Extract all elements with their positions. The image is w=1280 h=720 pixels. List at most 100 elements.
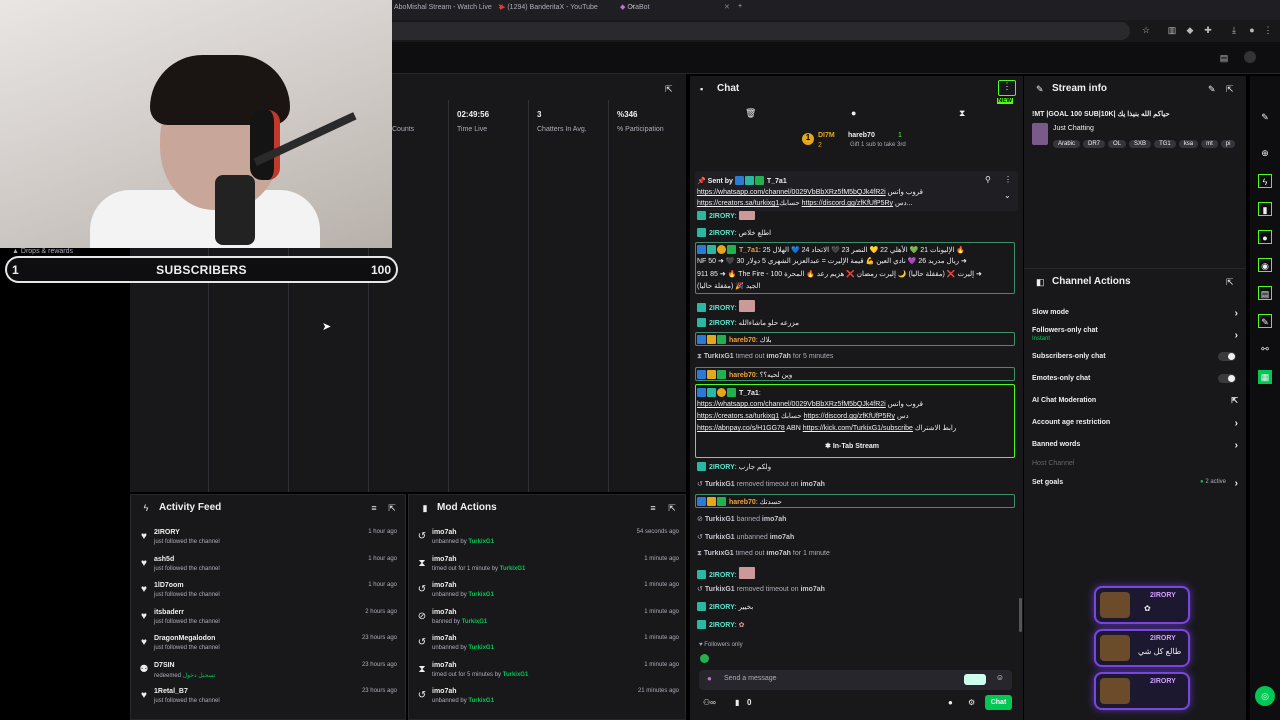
mod-action-row[interactable]: ⧗ imo7ah timed out for 5 minutes by Turkix… [409,660,683,686]
chat-menu-button[interactable]: ⋮ [998,80,1016,96]
smiley-icon[interactable]: ☺ [996,673,1004,682]
mod-target-user[interactable]: imo7ah [432,609,457,616]
unpin-icon[interactable]: ⚲ [985,175,991,184]
chat-bubble-icon[interactable]: ● [851,108,856,118]
mod-action-row[interactable]: ↺ imo7ah unbanned by TurkixG1 1 minute ago [409,580,683,606]
activity-feed-row[interactable]: ♥ ash5d just followed the channel 1 hour ag… [131,554,401,580]
browser-tab[interactable]: AboMishal Stream - Watch Live ✕ [394,3,504,18]
banned-words-row[interactable]: Banned words › [1032,440,1238,451]
moderator-name[interactable]: TurkixG1 [462,619,488,625]
moderator-name[interactable]: TurkixG1 [468,698,494,704]
chat-link[interactable]: https://kick.com/TurkixG1/subscribe [803,425,913,432]
moderator-name[interactable]: TurkixG1 [500,566,526,572]
mod-action-row[interactable]: ↺ imo7ah unbanned by TurkixG1 54 seconds ag… [409,527,683,553]
popout-icon[interactable]: ⇱ [665,84,673,95]
popout-icon[interactable]: ⇱ [1226,84,1234,95]
trash-icon[interactable]: 🗑 [745,108,756,119]
target-user[interactable]: imo7ah [770,534,795,541]
popout-icon[interactable]: ⇱ [386,503,398,514]
apps-icon[interactable]: ▦ [1258,370,1272,384]
moderator-name[interactable]: TurkixG1 [468,592,494,598]
chat-username[interactable]: T_7a1 [739,247,759,254]
emote-picker-icon[interactable] [964,674,986,685]
set-goals-row[interactable]: Set goals ● 2 active › [1032,478,1238,489]
activity-feed-row[interactable]: ♥ 2IRORY just followed the channel 1 hour a… [131,527,401,553]
target-user[interactable]: imo7ah [766,550,791,557]
chat-username[interactable]: 2IRORY [709,604,735,611]
chat-username[interactable]: hareb70 [729,372,756,379]
share-icon[interactable]: ⚯ [1258,342,1272,356]
chat-username[interactable]: T_7a1 [739,390,759,397]
browser-tab[interactable]: ▶ (1294) BanderitaX - YouTube ✕ [500,3,636,18]
chat-link[interactable]: https://abnpay.co/s/H1GG78 [697,425,785,432]
popout-icon[interactable]: ⇱ [666,503,678,514]
ai-moderation-row[interactable]: AI Chat Moderation ⇱ [1032,396,1238,405]
chevron-down-icon[interactable]: ⌄ [1004,191,1011,200]
crosshair-icon[interactable]: ⊕ [1258,146,1272,160]
pinned-link[interactable]: https://creators.sa/turkixg1 [697,200,779,207]
stream-tag[interactable]: OL [1108,140,1127,148]
chat-username[interactable]: 2IRORY [709,320,735,327]
target-user[interactable]: imo7ah [800,481,825,488]
address-bar[interactable] [390,22,1130,40]
wrench-icon[interactable]: ✎ [1258,314,1272,328]
chat-bubble-icon[interactable]: ● [948,698,953,707]
emotes-only-toggle[interactable] [1218,374,1236,383]
chat-username[interactable]: 2IRORY [709,230,735,237]
mod-target-user[interactable]: imo7ah [432,582,457,589]
chat-username[interactable]: 2IRORY [709,464,735,471]
activity-feed-row[interactable]: ♥ 1Retal_B7 just followed the channel 23 ho… [131,686,401,712]
moderator-name[interactable]: TurkixG1 [704,550,734,557]
stream-tag[interactable]: pi [1220,140,1236,148]
edit-icon[interactable]: ✎ [1208,84,1216,95]
hourglass-icon[interactable]: ⧗ [959,108,965,119]
moderator-name[interactable]: TurkixG1 [705,481,735,488]
chat-username[interactable]: 2IRORY [709,622,735,629]
feed-username[interactable]: ash5d [154,556,174,563]
more-icon[interactable]: ⋮ [1004,175,1012,184]
category-name[interactable]: Just Chatting [1053,125,1094,132]
target-user[interactable]: imo7ah [766,353,791,360]
stream-tag[interactable]: TG1 [1154,140,1176,148]
emote-icon[interactable] [700,654,709,663]
filter-icon[interactable]: ≡ [368,503,380,513]
feed-username[interactable]: 1lD7oom [154,582,184,589]
moderator-name[interactable]: TurkixG1 [705,534,735,541]
browser-tab[interactable]: ◆ OraBot ✕ [620,3,730,18]
mod-target-user[interactable]: imo7ah [432,688,457,695]
extensions-icon[interactable]: ▥ [1166,24,1178,36]
activity-feed-row[interactable]: ♥ itsbaderr just followed the channel 2 hou… [131,607,401,633]
chat-link[interactable]: https://whatsapp.com/channel/0029VbBbXRz… [697,401,886,408]
activity-feed-row[interactable]: ⚉ D7SIN redeemed تسجيل دخول 23 hours ago [131,660,401,686]
feed-username[interactable]: D7SIN [154,662,175,669]
stream-tag[interactable]: ksa [1178,140,1199,148]
activity-feed-row[interactable]: ♥ 1lD7oom just followed the channel 1 hour … [131,580,401,606]
mod-action-row[interactable]: ⊘ imo7ah banned by TurkixG1 1 minute ago [409,607,683,633]
mod-target-user[interactable]: imo7ah [432,662,457,669]
mod-action-row[interactable]: ↺ imo7ah unbanned by TurkixG1 1 minute ago [409,633,683,659]
moderator-name[interactable]: TurkixG1 [503,672,529,678]
layout-icon[interactable]: ▤ [1258,286,1272,300]
help-icon[interactable]: ◎ [1255,686,1275,706]
avatar[interactable] [1244,51,1256,63]
download-icon[interactable]: ⤓ [1228,24,1240,36]
age-restriction-row[interactable]: Account age restriction › [1032,418,1238,429]
moderator-name[interactable]: TurkixG1 [468,539,494,545]
activity-feed-row[interactable]: ♥ DragonMegalodon just followed the channe… [131,633,401,659]
trash-icon[interactable]: ▮ [735,698,739,707]
feed-username[interactable]: itsbaderr [154,609,184,616]
mod-action-row[interactable]: ↺ imo7ah unbanned by TurkixG1 21 minutes ag… [409,686,683,712]
moderator-name[interactable]: TurkixG1 [705,516,735,523]
edit-icon[interactable]: ✎ [1258,110,1272,124]
target-user[interactable]: imo7ah [762,516,787,523]
chat-username[interactable]: hareb70 [729,337,756,344]
stream-tag[interactable]: SXB [1129,140,1152,148]
stream-tag[interactable]: mt [1201,140,1218,148]
bolt-icon[interactable]: ϟ [1258,174,1272,188]
stream-tag[interactable]: Arabic [1053,140,1081,148]
chat-username[interactable]: hareb70 [729,499,756,506]
pinned-user[interactable]: T_7a1 [767,178,787,185]
feed-username[interactable]: 2IRORY [154,529,180,536]
chat-scrollbar[interactable] [1019,598,1022,632]
chat-username[interactable]: 2IRORY [709,572,735,579]
